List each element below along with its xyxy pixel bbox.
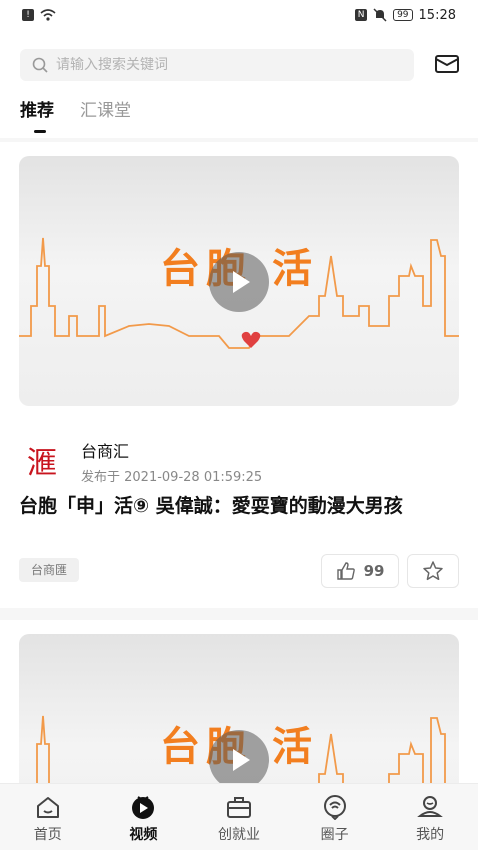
battery-icon: 99 bbox=[393, 9, 413, 21]
top-tabs: 推荐 汇课堂 bbox=[20, 96, 131, 133]
like-count: 99 bbox=[363, 562, 385, 580]
nav-label: 创就业 bbox=[217, 827, 260, 843]
publisher-logo-text: 滙 bbox=[27, 446, 57, 481]
video-title[interactable]: 台胞「申」活⑨ 吳偉誠：愛耍寶的動漫大男孩 bbox=[19, 492, 459, 520]
publish-date: 发布于 2021-09-28 01:59:25 bbox=[81, 470, 263, 485]
tab-label: 汇课堂 bbox=[80, 101, 131, 121]
tab-label: 推荐 bbox=[20, 101, 54, 121]
mail-icon bbox=[435, 55, 459, 73]
briefcase-icon bbox=[226, 794, 252, 820]
search-input[interactable] bbox=[56, 57, 396, 73]
publisher-text: 台商汇 发布于 2021-09-28 01:59:25 bbox=[81, 438, 262, 485]
video-thumbnail[interactable]: 台胞 活 bbox=[19, 156, 459, 406]
publisher-info: 滙 台商汇 发布于 2021-09-28 01:59:25 bbox=[19, 438, 262, 485]
nav-video[interactable]: 视频 bbox=[96, 784, 192, 850]
play-button[interactable] bbox=[209, 730, 269, 783]
search-row bbox=[20, 48, 460, 82]
search-box[interactable] bbox=[20, 49, 414, 81]
thumbs-up-icon bbox=[336, 562, 355, 580]
video-icon bbox=[130, 794, 156, 820]
video-card[interactable]: 台胞 活 滙 台商汇 发布于 2021-09-28 01:59:25 台胞「申」… bbox=[0, 142, 478, 608]
video-thumbnail[interactable]: 台胞 活 bbox=[19, 634, 459, 783]
nav-circle[interactable]: 圈子 bbox=[287, 784, 383, 850]
message-button[interactable] bbox=[434, 53, 460, 75]
star-icon bbox=[423, 561, 443, 581]
status-bar: ! N 99 15:28 bbox=[0, 0, 478, 30]
nav-home[interactable]: 首页 bbox=[0, 784, 96, 850]
favorite-button[interactable] bbox=[407, 554, 459, 588]
status-right: N 99 15:28 bbox=[355, 8, 456, 23]
nav-label: 我的 bbox=[416, 827, 445, 843]
publisher-name[interactable]: 台商汇 bbox=[81, 438, 262, 462]
nav-label: 首页 bbox=[33, 827, 62, 843]
tab-recommend[interactable]: 推荐 bbox=[20, 96, 54, 133]
tab-class[interactable]: 汇课堂 bbox=[80, 96, 131, 126]
nav-label: 视频 bbox=[129, 827, 158, 843]
like-button[interactable]: 99 bbox=[321, 554, 399, 588]
status-left: ! bbox=[22, 9, 56, 21]
nav-profile[interactable]: 我的 bbox=[382, 784, 478, 850]
wifi-icon bbox=[40, 9, 56, 21]
mute-icon bbox=[373, 8, 387, 22]
nav-career[interactable]: 创就业 bbox=[191, 784, 287, 850]
search-icon bbox=[32, 57, 48, 73]
home-icon bbox=[35, 794, 61, 820]
publisher-logo[interactable]: 滙 bbox=[19, 442, 65, 482]
status-time: 15:28 bbox=[418, 7, 456, 23]
bottom-nav: 首页 视频 创就业 圈子 我的 bbox=[0, 783, 478, 850]
circle-chat-icon bbox=[322, 794, 348, 820]
play-button[interactable] bbox=[209, 252, 269, 312]
profile-icon bbox=[417, 794, 444, 820]
video-card[interactable]: 台胞 活 bbox=[0, 620, 478, 783]
notification-icon: ! bbox=[22, 9, 34, 21]
nfc-icon: N bbox=[355, 9, 368, 21]
video-feed[interactable]: 台胞 活 滙 台商汇 发布于 2021-09-28 01:59:25 台胞「申」… bbox=[0, 138, 478, 783]
nav-label: 圈子 bbox=[320, 827, 349, 843]
topic-tag[interactable]: 台商匯 bbox=[19, 558, 80, 582]
tab-active-indicator bbox=[34, 130, 46, 133]
